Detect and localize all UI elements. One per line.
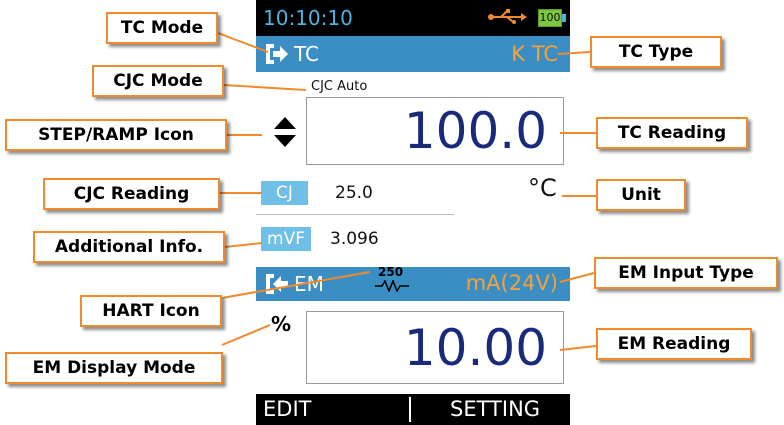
em-mode-arrow-icon bbox=[266, 274, 288, 294]
em-status-bar: EM mA(24V) bbox=[256, 267, 570, 301]
em-mode-label: EM bbox=[294, 272, 324, 296]
battery-tip bbox=[562, 14, 566, 22]
tc-mode-arrow-icon bbox=[266, 44, 288, 64]
callout-em-reading: EM Reading bbox=[596, 328, 752, 360]
callout-unit: Unit bbox=[596, 179, 686, 211]
cjc-mode-text: CJC Auto bbox=[311, 79, 368, 94]
callout-step-ramp-icon: STEP/RAMP Icon bbox=[5, 119, 227, 151]
up-down-arrows-icon[interactable] bbox=[274, 117, 296, 147]
tc-mode-label: TC bbox=[294, 42, 320, 66]
callout-tc-reading: TC Reading bbox=[596, 117, 748, 149]
callout-tc-type: TC Type bbox=[590, 36, 722, 68]
unit-label: °C bbox=[528, 174, 557, 202]
additional-info-chip: mVF bbox=[261, 227, 311, 251]
callout-tc-mode: TC Mode bbox=[106, 12, 218, 44]
callout-hart-icon: HART Icon bbox=[80, 295, 222, 327]
softkey-separator bbox=[409, 397, 411, 422]
callout-cjc-mode: CJC Mode bbox=[92, 65, 224, 97]
battery-indicator: 100 bbox=[538, 9, 562, 27]
cjc-value: 25.0 bbox=[335, 183, 373, 203]
em-input-type-label: mA(24V) bbox=[465, 271, 558, 295]
em-display-mode-symbol[interactable]: % bbox=[271, 312, 291, 336]
hart-icon: 250 bbox=[375, 265, 409, 296]
usb-icon bbox=[488, 9, 527, 24]
callout-additional-info: Additional Info. bbox=[33, 231, 225, 263]
em-reading-display: 10.00 bbox=[306, 311, 564, 384]
resistor-icon bbox=[375, 280, 409, 292]
callout-em-input-type: EM Input Type bbox=[594, 257, 778, 289]
hart-value: 250 bbox=[378, 265, 404, 279]
status-bar: 10:10:10 100 bbox=[256, 0, 570, 36]
softkey-bar: EDIT SETTING bbox=[256, 394, 570, 425]
setting-softkey[interactable]: SETTING bbox=[450, 394, 540, 425]
edit-softkey[interactable]: EDIT bbox=[263, 394, 311, 425]
divider bbox=[256, 214, 454, 215]
callout-em-display-mode: EM Display Mode bbox=[5, 352, 223, 384]
tc-status-bar: TC K TC bbox=[256, 36, 570, 72]
tc-type-label: K TC bbox=[511, 42, 558, 66]
tc-reading-display: 100.0 bbox=[306, 97, 564, 165]
additional-info-value: 3.096 bbox=[330, 229, 379, 249]
callout-cjc-reading: CJC Reading bbox=[43, 178, 220, 210]
clock-time: 10:10:10 bbox=[263, 6, 353, 30]
cjc-chip: CJ bbox=[261, 181, 308, 205]
device-screen: 10:10:10 100 TC K TC CJC Auto 100.0 CJ 2… bbox=[256, 0, 570, 425]
